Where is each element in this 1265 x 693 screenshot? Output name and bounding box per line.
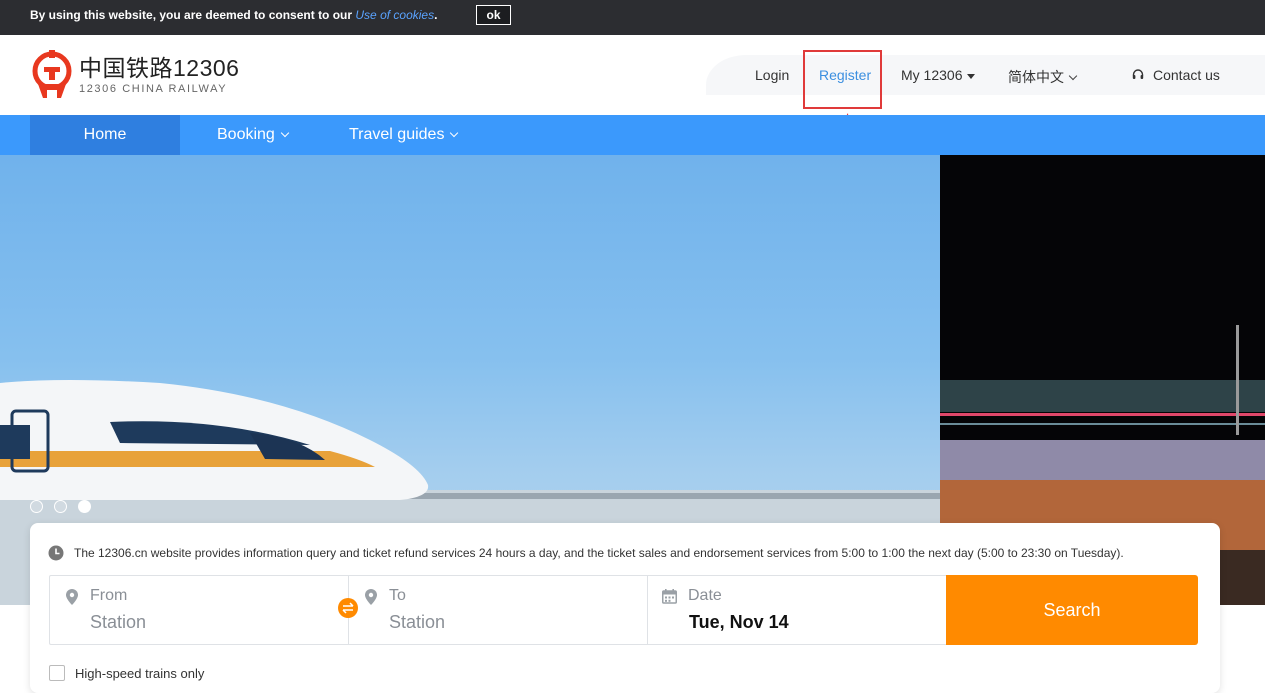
site-header: 中国铁路12306 12306 CHINA RAILWAY Login Regi… [0,35,1265,115]
contact-us-label: Contact us [1153,67,1220,83]
carousel-dots [30,500,91,513]
nav-booking[interactable]: Booking [217,115,290,155]
headset-icon [1132,69,1144,79]
chevron-down-icon [450,128,459,138]
swap-stations-button[interactable] [338,598,358,618]
to-label: To [389,587,406,604]
from-label: From [90,587,128,604]
date-value: Tue, Nov 14 [689,612,789,632]
location-pin-icon [66,589,78,605]
site-logo[interactable]: 中国铁路12306 12306 CHINA RAILWAY [30,50,239,100]
to-value: Station [389,612,446,632]
register-highlight-box [803,50,882,109]
calendar-icon [662,589,677,604]
nav-travel-guides-label: Travel guides [349,126,445,143]
ticket-search-panel: The 12306.cn website provides informatio… [30,523,1220,693]
carousel-dot-2[interactable] [54,500,67,513]
nav-booking-label: Booking [217,126,275,143]
high-speed-checkbox[interactable] [49,665,65,681]
cookie-ok-button[interactable]: ok [476,5,511,25]
chevron-down-icon [1068,71,1078,81]
to-station-field[interactable]: To Station [348,575,647,645]
nav-travel-guides[interactable]: Travel guides [349,115,459,155]
railway-logo-icon [32,50,72,98]
cookie-message-suffix: . [434,8,438,22]
my-12306-label: My 12306 [901,67,963,83]
search-button[interactable]: Search [946,575,1198,645]
location-pin-icon [365,589,377,605]
service-notice-text: The 12306.cn website provides informatio… [74,546,1124,560]
swap-icon [342,602,354,614]
language-menu[interactable]: 简体中文 [1008,67,1078,87]
from-station-field[interactable]: From Station [49,575,358,645]
date-field[interactable]: Date Tue, Nov 14 [647,575,946,645]
contact-us-link[interactable]: Contact us [1132,67,1220,83]
main-nav: Home Booking Travel guides [0,115,1265,155]
high-speed-label: High-speed trains only [75,665,205,681]
chevron-down-icon [280,128,290,138]
logo-text: 中国铁路12306 12306 CHINA RAILWAY [79,55,239,95]
service-notice: The 12306.cn website provides informatio… [48,545,1124,561]
logo-chinese: 中国铁路12306 [79,55,240,81]
logo-english: 12306 CHINA RAILWAY [79,83,228,95]
nav-home[interactable]: Home [30,115,180,155]
language-label: 简体中文 [1008,69,1064,85]
from-value: Station [90,612,147,632]
login-link[interactable]: Login [755,67,789,83]
cookie-bar: By using this website, you are deemed to… [0,0,1265,35]
carousel-dot-1[interactable] [30,500,43,513]
cookie-policy-link[interactable]: Use of cookies [355,8,434,22]
my-12306-menu[interactable]: My 12306 [901,67,976,83]
date-label: Date [688,587,722,604]
cookie-message: By using this website, you are deemed to… [30,8,437,22]
search-form: From Station To Station Date Tue, Nov 14… [49,575,1198,645]
caret-down-icon [967,73,976,79]
high-speed-filter: High-speed trains only [49,665,204,681]
clock-icon [48,545,64,561]
top-nav: Login Register My 12306 简体中文 Contact us [706,55,1265,95]
carousel-dot-3[interactable] [78,500,91,513]
cookie-message-text: By using this website, you are deemed to… [30,8,356,22]
